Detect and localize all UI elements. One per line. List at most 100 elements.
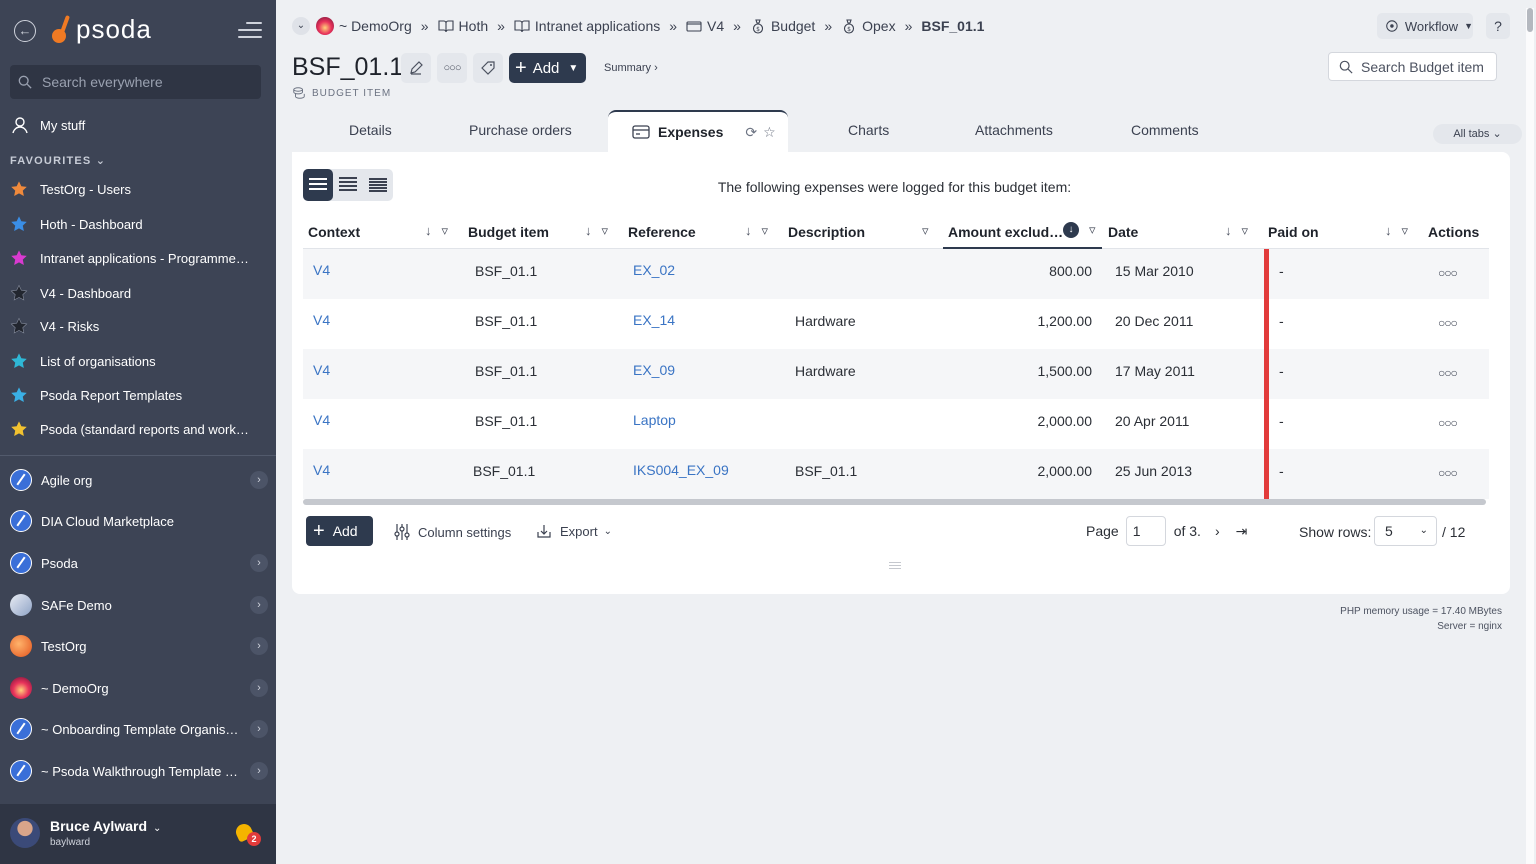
column-settings-button[interactable]: Column settings [394, 523, 511, 541]
org-item-demoorg[interactable]: ~ DemoOrg › [10, 674, 268, 702]
org-item-testorg[interactable]: TestOrg › [10, 632, 268, 660]
edit-button[interactable] [401, 53, 431, 83]
export-button[interactable]: Export ⌄ [536, 523, 612, 539]
page-number-input[interactable]: 1 [1125, 516, 1166, 546]
favourite-item[interactable]: Intranet applications - Programme… [10, 249, 260, 267]
tag-button[interactable] [473, 53, 503, 83]
filter-icon[interactable]: ▿ [1242, 223, 1249, 239]
more-options-button[interactable]: ○○○ [437, 53, 467, 83]
vertical-scrollbar-track[interactable] [1526, 8, 1534, 864]
search-everywhere-input[interactable]: Search everywhere [10, 65, 261, 99]
reference-link[interactable]: EX_14 [633, 312, 675, 328]
filter-icon[interactable]: ▿ [922, 223, 929, 239]
favourite-item[interactable]: V4 - Risks [10, 317, 260, 335]
chevron-right-icon[interactable]: › [250, 720, 268, 738]
row-actions-icon[interactable]: ○○○ [1438, 466, 1458, 480]
favourite-item[interactable]: List of organisations [10, 352, 260, 370]
rows-per-page-select[interactable]: 5 ⌄ [1374, 516, 1437, 546]
search-budget-item-input[interactable]: Search Budget item [1328, 52, 1497, 81]
breadcrumb-project[interactable]: V4 [686, 18, 724, 34]
column-header-date[interactable]: Date [1108, 224, 1138, 240]
sort-icon[interactable]: ↓ [425, 223, 432, 239]
notifications-button[interactable]: 2 [233, 821, 261, 846]
breadcrumb-opex[interactable]: $ Opex [841, 18, 896, 34]
chevron-right-icon[interactable]: › [250, 762, 268, 780]
breadcrumb-programme[interactable]: Intranet applications [514, 18, 660, 34]
chevron-down-icon[interactable]: ⌄ [292, 17, 310, 35]
sort-icon[interactable]: ↓ [585, 223, 592, 239]
favourite-item[interactable]: TestOrg - Users [10, 180, 260, 198]
filter-icon[interactable]: ▿ [1089, 222, 1096, 238]
org-item-walkthrough[interactable]: ~ Psoda Walkthrough Template P… › [10, 757, 268, 785]
user-name[interactable]: Bruce Aylward ⌄ [50, 818, 161, 834]
sort-icon[interactable]: ↓ [745, 223, 752, 239]
row-actions-icon[interactable]: ○○○ [1438, 316, 1458, 330]
tab-purchase-orders[interactable]: Purchase orders [469, 122, 572, 138]
tab-details[interactable]: Details [349, 122, 392, 138]
filter-icon[interactable]: ▿ [442, 223, 449, 239]
breadcrumb-org[interactable]: ~ DemoOrg [339, 18, 412, 34]
add-button[interactable]: + Add ▼ [509, 53, 586, 83]
chevron-right-icon[interactable]: › [250, 679, 268, 697]
sort-desc-icon[interactable]: ↓ [1063, 222, 1079, 238]
org-item-agile-org[interactable]: Agile org › [10, 466, 268, 494]
summary-link[interactable]: Summary › [604, 62, 658, 74]
favourite-item[interactable]: V4 - Dashboard [10, 284, 260, 302]
row-actions-icon[interactable]: ○○○ [1438, 366, 1458, 380]
add-expense-button[interactable]: + Add [306, 516, 373, 546]
collapse-menu-icon[interactable] [238, 22, 262, 38]
column-header-amount[interactable]: Amount exclud… [948, 224, 1063, 240]
reference-link[interactable]: Laptop [633, 412, 676, 428]
context-link[interactable]: V4 [313, 462, 330, 478]
psoda-logo[interactable]: psoda [52, 14, 152, 45]
row-actions-icon[interactable]: ○○○ [1438, 266, 1458, 280]
tab-charts[interactable]: Charts [848, 122, 889, 138]
chevron-right-icon[interactable]: › [250, 596, 268, 614]
next-page-icon[interactable]: › [1215, 523, 1220, 539]
context-link[interactable]: V4 [313, 412, 330, 428]
column-header-context[interactable]: Context [308, 224, 360, 240]
row-actions-icon[interactable]: ○○○ [1438, 416, 1458, 430]
user-panel[interactable]: Bruce Aylward ⌄ baylward 2 [0, 804, 276, 864]
reference-link[interactable]: EX_09 [633, 362, 675, 378]
favourites-heading[interactable]: FAVOURITES ⌄ [10, 154, 106, 167]
column-header-reference[interactable]: Reference [628, 224, 696, 240]
vertical-scrollbar-thumb[interactable] [1527, 8, 1533, 32]
reference-link[interactable]: EX_02 [633, 262, 675, 278]
org-item-psoda[interactable]: Psoda › [10, 549, 268, 577]
tab-expenses[interactable]: Expenses ⟳ ☆ [608, 110, 788, 152]
chevron-right-icon[interactable]: › [250, 637, 268, 655]
breadcrumb-portfolio[interactable]: Hoth [437, 18, 488, 34]
help-button[interactable]: ? [1486, 13, 1510, 39]
reference-link[interactable]: IKS004_EX_09 [633, 462, 729, 478]
sort-icon[interactable]: ↓ [1225, 223, 1232, 239]
tab-comments[interactable]: Comments [1131, 122, 1199, 138]
chevron-right-icon[interactable]: › [250, 554, 268, 572]
sort-icon[interactable]: ↓ [1385, 223, 1392, 239]
filter-icon[interactable]: ▿ [602, 223, 609, 239]
favourite-item[interactable]: Psoda Report Templates [10, 386, 260, 404]
horizontal-scrollbar[interactable] [303, 499, 1486, 505]
org-item-onboarding[interactable]: ~ Onboarding Template Organisa… › [10, 715, 268, 743]
column-header-description[interactable]: Description [788, 224, 865, 240]
column-header-budget-item[interactable]: Budget item [468, 224, 549, 240]
star-outline-icon[interactable]: ☆ [763, 124, 776, 141]
org-item-dia-cloud[interactable]: DIA Cloud Marketplace [10, 507, 268, 535]
workflow-button[interactable]: Workflow ▼ [1377, 13, 1473, 39]
last-page-icon[interactable]: ⇥ [1236, 523, 1248, 540]
context-link[interactable]: V4 [313, 262, 330, 278]
tab-attachments[interactable]: Attachments [975, 122, 1053, 138]
context-link[interactable]: V4 [313, 362, 330, 378]
favourite-item[interactable]: Hoth - Dashboard [10, 215, 260, 233]
back-icon[interactable]: ← [14, 20, 36, 42]
my-stuff-link[interactable]: My stuff [10, 115, 85, 135]
favourite-item[interactable]: Psoda (standard reports and work… [10, 420, 260, 438]
org-item-safe-demo[interactable]: SAFe Demo › [10, 591, 268, 619]
context-link[interactable]: V4 [313, 312, 330, 328]
refresh-icon[interactable]: ⟳ [745, 124, 757, 141]
column-header-paid-on[interactable]: Paid on [1268, 224, 1319, 240]
avatar[interactable] [10, 818, 40, 848]
filter-icon[interactable]: ▿ [762, 223, 769, 239]
chevron-right-icon[interactable]: › [250, 471, 268, 489]
resize-handle-icon[interactable] [889, 562, 901, 571]
